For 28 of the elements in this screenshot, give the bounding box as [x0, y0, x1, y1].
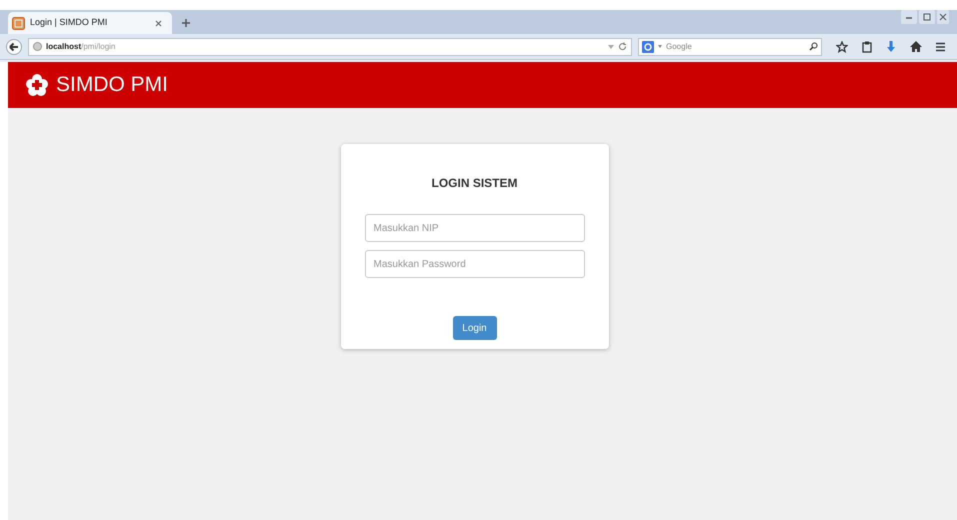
page-icon: [12, 16, 25, 30]
url-path: /pmi/login: [81, 42, 116, 50]
url-host: localhost: [46, 42, 82, 50]
address-bar[interactable]: localhost/pmi/login: [28, 38, 632, 56]
browser-tab[interactable]: Login | SIMDO PMI: [8, 12, 172, 34]
reload-icon[interactable]: [618, 42, 627, 51]
login-title: LOGIN SISTEM: [431, 175, 518, 192]
login-button[interactable]: Login: [452, 316, 496, 340]
minimize-icon[interactable]: [901, 10, 917, 24]
input-field[interactable]: Masukkan NIP: [364, 214, 584, 242]
input-field[interactable]: Masukkan Password: [364, 250, 584, 278]
search-icon[interactable]: [809, 42, 818, 51]
close-window-icon[interactable]: [937, 10, 949, 24]
flower-cross-logo-icon: [26, 74, 48, 96]
clipboard-icon[interactable]: [862, 40, 872, 52]
search-engine-icon[interactable]: [642, 40, 654, 52]
close-icon[interactable]: [155, 20, 162, 26]
download-icon[interactable]: [886, 40, 896, 52]
home-icon[interactable]: [910, 41, 922, 52]
tab-title: Login | SIMDO PMI: [30, 16, 108, 30]
app-title: SIMDO PMI: [56, 72, 168, 98]
dropdown-caret-icon[interactable]: [658, 45, 662, 48]
search-input[interactable]: Google: [666, 40, 805, 52]
new-tab-icon[interactable]: [182, 19, 190, 27]
search-field[interactable]: Google: [638, 38, 822, 56]
star-icon[interactable]: [836, 40, 848, 52]
restore-icon[interactable]: [919, 10, 935, 24]
menu-icon[interactable]: [936, 42, 945, 52]
